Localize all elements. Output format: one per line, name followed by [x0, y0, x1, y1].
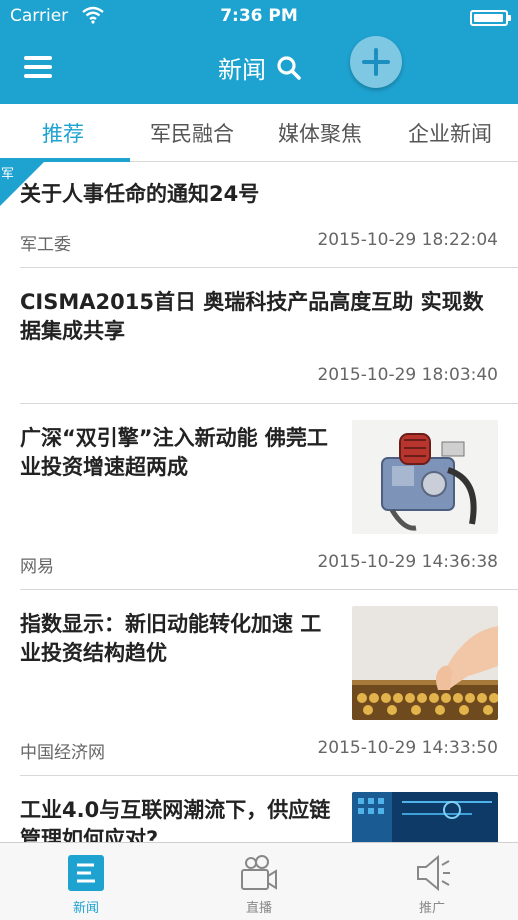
status-time: 7:36 PM	[220, 6, 298, 26]
tabbar-label-news: 新闻	[72, 901, 99, 916]
news-time: 2015-10-29 14:33:50	[317, 738, 498, 758]
news-item[interactable]: 工业4.0与互联网潮流下，供应链管理如何应对?	[0, 776, 518, 842]
megaphone-icon	[417, 854, 450, 892]
tab-media-focus[interactable]: 媒体聚焦	[278, 118, 362, 148]
category-badge-label: 军	[1, 167, 15, 182]
news-item[interactable]: 指数显示：新旧动能转化加速 工业投资结构趋优 中国经济网 2015-10-29 …	[0, 590, 518, 776]
news-time: 2015-10-29 18:03:40	[317, 365, 498, 385]
news-list: 军 关于人事任命的通知24号 军工委 2015-10-29 18:22:04 C…	[0, 162, 518, 842]
news-time: 2015-10-29 14:36:38	[317, 552, 498, 572]
tab-military-civil[interactable]: 军民融合	[150, 118, 234, 148]
news-title: 广深“双引擎”注入新动能 佛莞工业投资增速超两成	[20, 426, 328, 479]
search-icon[interactable]	[276, 55, 302, 81]
news-title: 关于人事任命的通知24号	[20, 182, 260, 206]
tabbar-item-news[interactable]: 新闻	[0, 843, 172, 920]
hamburger-icon[interactable]	[24, 56, 52, 78]
news-item[interactable]: 军 关于人事任命的通知24号 军工委 2015-10-29 18:22:04	[0, 162, 518, 268]
status-bar: Carrier 7:36 PM	[0, 0, 518, 34]
news-source: 军工委	[20, 235, 71, 255]
news-source: 网易	[20, 557, 54, 577]
news-title: CISMA2015首日 奥瑞科技产品高度互助 实现数据集成共享	[20, 290, 484, 343]
tabbar-label-live: 直播	[245, 901, 272, 916]
news-item[interactable]: CISMA2015首日 奥瑞科技产品高度互助 实现数据集成共享 2015-10-…	[0, 268, 518, 404]
news-icon	[68, 855, 104, 891]
nav-header: Carrier 7:36 PM 新闻	[0, 0, 518, 104]
tab-company-news[interactable]: 企业新闻	[408, 118, 492, 148]
bottom-tab-bar: 新闻 直播 推广	[0, 842, 518, 920]
digital-tech-photo	[352, 792, 498, 842]
tabbar-item-live[interactable]: 直播	[173, 843, 345, 920]
news-title: 指数显示：新旧动能转化加速 工业投资结构趋优	[20, 612, 322, 665]
news-source: 中国经济网	[20, 743, 105, 763]
tabbar-item-promote[interactable]: 推广	[346, 843, 518, 920]
add-button[interactable]	[350, 36, 402, 88]
machinery-photo	[352, 420, 498, 534]
category-tabs: 推荐 军民融合 媒体聚焦 企业新闻	[0, 104, 518, 162]
abacus-hand-photo	[352, 606, 498, 720]
news-title: 工业4.0与互联网潮流下，供应链管理如何应对?	[20, 798, 331, 842]
news-item[interactable]: 广深“双引擎”注入新动能 佛莞工业投资增速超两成 网易 2015-10-29 1…	[0, 404, 518, 590]
app-screen: Carrier 7:36 PM 新闻 推荐 军民融合 媒体聚焦 企业新闻 军 关…	[0, 0, 518, 920]
tab-recommend[interactable]: 推荐	[42, 118, 84, 148]
tabbar-label-promote: 推广	[418, 901, 445, 916]
video-camera-icon	[241, 855, 277, 890]
news-time: 2015-10-29 18:22:04	[317, 230, 498, 250]
page-title: 新闻	[218, 56, 266, 84]
battery-icon	[470, 10, 511, 26]
